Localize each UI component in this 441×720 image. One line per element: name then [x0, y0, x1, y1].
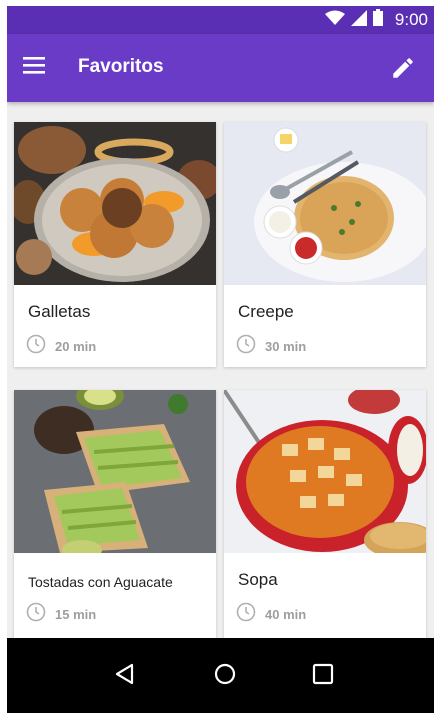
favorites-grid: Galletas 20 min Creepe 30 min Tostadas c… — [7, 102, 434, 642]
recents-square-icon — [311, 663, 335, 690]
recipe-time: 30 min — [236, 334, 306, 359]
recipe-time-label: 30 min — [265, 339, 307, 354]
recipe-photo-creepe — [224, 122, 426, 285]
status-time: 9:00 — [394, 10, 428, 29]
recipe-name: Sopa — [238, 570, 278, 589]
recipe-card-sopa[interactable]: Sopa 40 min — [224, 390, 426, 642]
recipe-card-galletas[interactable]: Galletas 20 min — [14, 122, 216, 367]
recipe-time-label: 40 min — [265, 607, 307, 622]
menu-button[interactable] — [23, 55, 51, 81]
status-bar: 9:00 — [7, 6, 434, 34]
clock-icon — [236, 334, 256, 359]
home-circle-icon — [213, 663, 237, 690]
recipe-photo-tostadas — [14, 390, 216, 553]
recipe-card-creepe[interactable]: Creepe 30 min — [224, 122, 426, 367]
recipe-card-tostadas[interactable]: Tostadas con Aguacate 15 min — [14, 390, 216, 642]
pencil-icon — [390, 58, 416, 85]
home-button[interactable] — [213, 662, 241, 690]
signal-icon — [350, 9, 367, 31]
recipe-time: 20 min — [26, 334, 96, 359]
clock-icon — [26, 334, 46, 359]
recipe-name: Galletas — [28, 302, 91, 321]
page-title: Favoritos — [78, 56, 164, 77]
app-frame: 9:00 Favoritos Galletas 20 min Creepe 30… — [7, 6, 434, 713]
recipe-time: 40 min — [236, 602, 306, 627]
app-bar: Favoritos — [7, 34, 434, 102]
battery-icon — [372, 9, 383, 31]
clock-icon — [236, 602, 256, 627]
back-button[interactable] — [113, 662, 141, 690]
recipe-time-label: 20 min — [55, 339, 97, 354]
recipe-name: Creepe — [238, 302, 294, 321]
recipe-photo-sopa — [224, 390, 426, 553]
navigation-bar — [7, 638, 434, 713]
recipe-photo-galletas — [14, 122, 216, 285]
clock-icon — [26, 602, 46, 627]
recipe-time-label: 15 min — [55, 607, 97, 622]
hamburger-menu-icon — [23, 57, 47, 79]
recipe-time: 15 min — [26, 602, 96, 627]
recipe-name: Tostadas con Aguacate — [28, 574, 173, 590]
back-triangle-icon — [113, 663, 137, 690]
recents-button[interactable] — [311, 662, 339, 690]
edit-button[interactable] — [390, 55, 416, 81]
wifi-icon — [324, 10, 345, 31]
